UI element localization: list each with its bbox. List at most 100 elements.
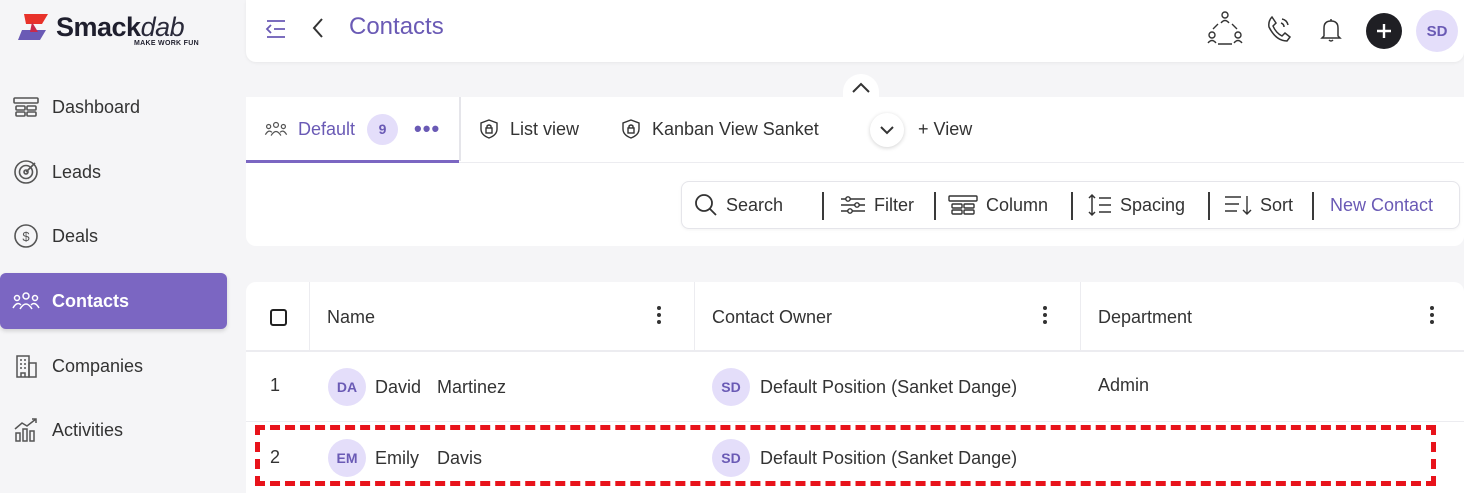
table-row[interactable]: 1 DA David Martinez SD Default Position … bbox=[246, 352, 1464, 422]
spacing-icon bbox=[1088, 193, 1112, 217]
svg-text:$: $ bbox=[22, 229, 30, 244]
table-header: Name Contact Owner Department bbox=[246, 282, 1464, 352]
filter-label: Filter bbox=[874, 194, 914, 215]
toolbar-card: Search Filter Column Spacing Sort New Co… bbox=[246, 163, 1464, 246]
contact-avatar: EM bbox=[328, 439, 366, 477]
sidebar-item-leads[interactable]: Leads bbox=[0, 144, 227, 200]
spacing-button[interactable]: Spacing bbox=[1088, 182, 1185, 228]
contacts-table: Name Contact Owner Department 1 DA David… bbox=[246, 282, 1464, 493]
tab-kanban-view[interactable]: Kanban View Sanket bbox=[622, 97, 819, 161]
column-divider bbox=[694, 282, 695, 352]
toolbar-divider bbox=[1312, 192, 1314, 220]
bell-icon[interactable] bbox=[1320, 17, 1342, 43]
tab-label: Default bbox=[298, 118, 356, 139]
chevron-up-icon bbox=[852, 82, 870, 93]
sort-button[interactable]: Sort bbox=[1224, 182, 1293, 228]
search-icon bbox=[694, 193, 718, 217]
select-all-checkbox[interactable] bbox=[270, 309, 287, 326]
table-row[interactable]: 2 EM Emily Davis SD Default Position (Sa… bbox=[246, 422, 1464, 492]
row-index: 2 bbox=[270, 447, 281, 467]
column-menu-icon[interactable] bbox=[1043, 306, 1047, 324]
filter-button[interactable]: Filter bbox=[840, 182, 914, 228]
plus-icon bbox=[1377, 24, 1391, 38]
column-divider bbox=[1080, 282, 1081, 352]
target-icon bbox=[12, 158, 40, 186]
phone-icon[interactable] bbox=[1266, 15, 1292, 43]
people-icon bbox=[12, 287, 40, 315]
sidebar-item-contacts[interactable]: Contacts bbox=[0, 273, 227, 329]
contact-last-name[interactable]: Davis bbox=[437, 448, 482, 469]
logo-text: Smackdab bbox=[56, 12, 185, 42]
shield-lock-icon bbox=[480, 119, 498, 139]
filter-sliders-icon bbox=[840, 195, 866, 215]
dashboard-icon bbox=[12, 93, 40, 121]
toolbar: Search Filter Column Spacing Sort New Co… bbox=[681, 181, 1460, 229]
contact-first-name[interactable]: Emily bbox=[375, 448, 419, 469]
sidebar: Smackdab MAKE WORK FUN Dashboard Leads $… bbox=[0, 0, 246, 493]
column-header-name[interactable]: Name bbox=[327, 282, 375, 352]
logo-mark-icon bbox=[18, 14, 48, 40]
contact-avatar: DA bbox=[328, 368, 366, 406]
top-header: Contacts SD bbox=[246, 0, 1464, 62]
add-view-button[interactable]: + View bbox=[918, 97, 972, 161]
sidebar-item-companies[interactable]: Companies bbox=[0, 338, 227, 394]
column-menu-icon[interactable] bbox=[657, 306, 661, 324]
contact-last-name[interactable]: Martinez bbox=[437, 377, 506, 398]
people-icon bbox=[264, 120, 288, 138]
column-icon bbox=[948, 195, 978, 215]
search-button[interactable]: Search bbox=[694, 182, 783, 228]
collapse-sidebar-icon[interactable] bbox=[265, 19, 287, 39]
column-button[interactable]: Column bbox=[948, 182, 1048, 228]
contact-owner[interactable]: Default Position (Sanket Dange) bbox=[760, 377, 1017, 398]
tab-default[interactable]: Default 9 ••• bbox=[246, 97, 459, 163]
tab-label: Kanban View Sanket bbox=[652, 118, 819, 139]
sort-icon bbox=[1224, 194, 1252, 216]
sidebar-item-dashboard[interactable]: Dashboard bbox=[0, 79, 227, 135]
search-label: Search bbox=[726, 194, 784, 215]
spacing-label: Spacing bbox=[1120, 194, 1186, 215]
more-views-button[interactable] bbox=[870, 113, 904, 147]
column-menu-icon[interactable] bbox=[1430, 306, 1434, 324]
user-avatar[interactable]: SD bbox=[1416, 10, 1458, 52]
column-divider bbox=[309, 282, 310, 352]
page-title: Contacts bbox=[349, 13, 444, 40]
contact-first-name[interactable]: David bbox=[375, 377, 421, 398]
owner-avatar: SD bbox=[712, 368, 750, 406]
back-arrow-icon[interactable] bbox=[310, 16, 326, 40]
sidebar-item-label: Contacts bbox=[52, 290, 130, 311]
new-contact-button[interactable]: New Contact bbox=[1330, 182, 1433, 228]
logo-tagline: MAKE WORK FUN bbox=[134, 40, 199, 47]
sidebar-item-label: Deals bbox=[52, 225, 99, 246]
toolbar-divider bbox=[934, 192, 936, 220]
tab-label: List view bbox=[510, 118, 580, 139]
activity-chart-icon bbox=[12, 416, 40, 444]
column-header-department[interactable]: Department bbox=[1098, 282, 1192, 352]
toolbar-divider bbox=[1071, 192, 1073, 220]
views-bar: Default 9 ••• List view Kanban View Sank… bbox=[246, 97, 1464, 163]
toolbar-divider bbox=[1208, 192, 1210, 220]
sidebar-item-label: Dashboard bbox=[52, 96, 141, 117]
add-new-button[interactable] bbox=[1366, 13, 1402, 49]
column-header-contact-owner[interactable]: Contact Owner bbox=[712, 282, 832, 352]
tab-divider bbox=[459, 97, 461, 161]
contact-owner[interactable]: Default Position (Sanket Dange) bbox=[760, 448, 1017, 469]
sidebar-item-activities[interactable]: Activities bbox=[0, 402, 227, 458]
shield-lock-icon bbox=[622, 119, 640, 139]
contact-department[interactable]: Admin bbox=[1098, 375, 1149, 396]
sidebar-item-deals[interactable]: $ Deals bbox=[0, 208, 227, 264]
brand-logo[interactable]: Smackdab MAKE WORK FUN bbox=[18, 10, 218, 50]
network-icon[interactable] bbox=[1206, 10, 1244, 48]
column-label: Column bbox=[986, 194, 1049, 215]
chevron-down-icon bbox=[880, 126, 894, 135]
owner-avatar: SD bbox=[712, 439, 750, 477]
sidebar-item-label: Leads bbox=[52, 161, 102, 182]
row-index: 1 bbox=[270, 375, 281, 395]
dollar-circle-icon: $ bbox=[12, 222, 40, 250]
tab-list-view[interactable]: List view bbox=[480, 97, 579, 161]
toolbar-divider bbox=[822, 192, 824, 220]
more-options-icon[interactable]: ••• bbox=[414, 116, 440, 142]
sidebar-item-label: Companies bbox=[52, 355, 144, 376]
sort-label: Sort bbox=[1260, 194, 1294, 215]
building-icon bbox=[12, 352, 40, 380]
count-badge: 9 bbox=[367, 113, 399, 145]
